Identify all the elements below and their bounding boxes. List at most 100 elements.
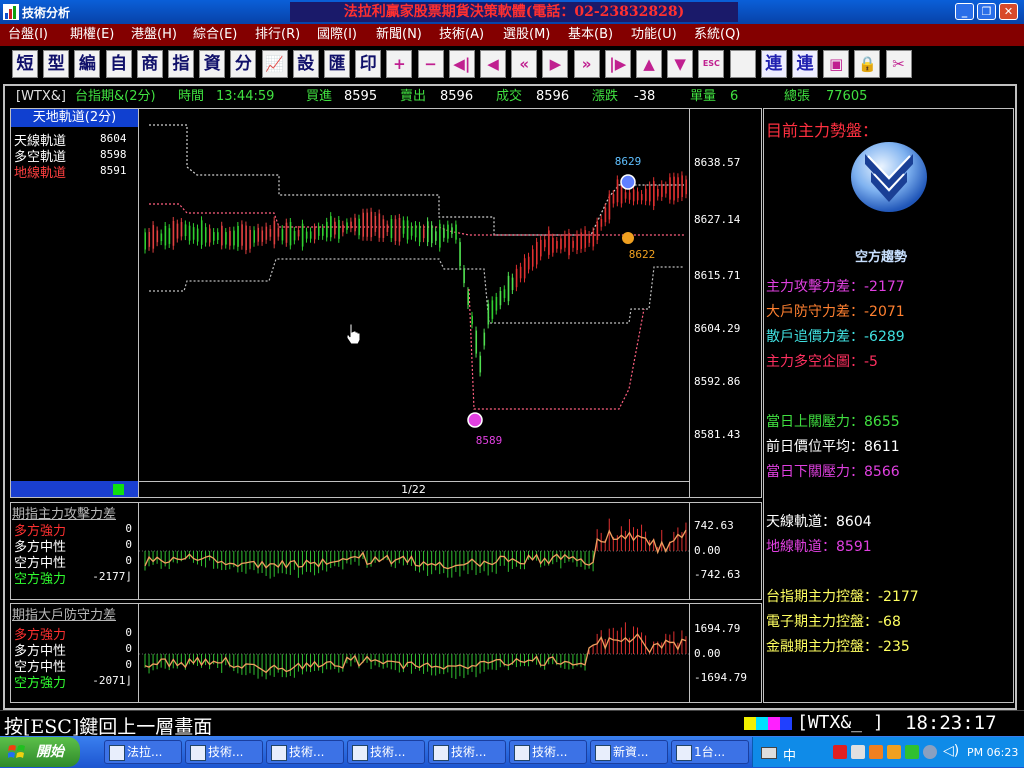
menu-item-technical[interactable]: 技術(A) bbox=[439, 25, 484, 45]
candle-body bbox=[588, 235, 591, 243]
quote-last-label: 成交 bbox=[496, 89, 523, 104]
app4-tray-icon[interactable] bbox=[923, 745, 937, 759]
defense-value-bull-neutral: 0 bbox=[125, 642, 132, 655]
[interactable] bbox=[729, 50, 756, 78]
toolbar-button-9[interactable]: 設 bbox=[292, 50, 319, 78]
toolbar-button-7[interactable]: 分 bbox=[230, 50, 257, 78]
network-tray-icon[interactable] bbox=[851, 745, 865, 759]
taskbar-task-button[interactable]: 1台... bbox=[671, 740, 749, 764]
close-button[interactable]: ✕ bbox=[999, 3, 1018, 20]
toolbar-button-4[interactable]: 商 bbox=[136, 50, 163, 78]
app3-tray-icon[interactable] bbox=[905, 745, 919, 759]
menu-item-options[interactable]: 期權(E) bbox=[70, 25, 114, 45]
menu-item-news[interactable]: 新聞(N) bbox=[376, 25, 422, 45]
window-title: 技術分析 bbox=[22, 6, 71, 20]
next-icon[interactable]: ▶ bbox=[542, 50, 569, 78]
menu-item-screener[interactable]: 選股(M) bbox=[503, 25, 550, 45]
app-tray-icon[interactable] bbox=[869, 745, 883, 759]
toolbar-button-5[interactable]: 指 bbox=[168, 50, 194, 78]
candle-body bbox=[200, 220, 203, 245]
first-icon[interactable]: ◀| bbox=[448, 50, 475, 78]
defense-label-bear-strong: 空方強力 bbox=[14, 676, 67, 691]
info-line: 大戶防守力差：-2071 bbox=[766, 304, 905, 320]
app2-tray-icon[interactable] bbox=[887, 745, 901, 759]
antivirus-tray-icon[interactable] bbox=[833, 745, 847, 759]
minus-icon[interactable]: − bbox=[417, 50, 444, 78]
page-scroll-thumb[interactable] bbox=[113, 484, 124, 495]
toolbar-button-1[interactable]: 型 bbox=[43, 50, 70, 78]
tools-icon[interactable]: ✂ bbox=[885, 50, 912, 78]
minimize-button[interactable]: _ bbox=[955, 3, 974, 20]
candle-body bbox=[180, 222, 183, 237]
menu-item-intl[interactable]: 國際(I) bbox=[317, 25, 357, 45]
candle-body bbox=[366, 212, 369, 237]
up-icon[interactable]: ▲ bbox=[636, 50, 662, 78]
taskbar-task-button[interactable]: 技術... bbox=[185, 740, 263, 764]
candle-body bbox=[649, 185, 651, 202]
toolbar-button-25[interactable]: 連 bbox=[792, 50, 818, 78]
volume-tray-icon[interactable]: ◁) bbox=[943, 743, 959, 759]
quote-time: 13:44:59 bbox=[216, 89, 275, 104]
keyboard-tray-icon[interactable] bbox=[761, 747, 777, 759]
candle-body bbox=[568, 232, 570, 256]
candle-body bbox=[241, 224, 243, 246]
toolbar-button-11[interactable]: 印 bbox=[355, 50, 382, 78]
prev-icon[interactable]: ◀ bbox=[480, 50, 506, 78]
info-line: 當日下關壓力：8566 bbox=[766, 464, 900, 480]
taskbar-task-button[interactable]: 技術... bbox=[266, 740, 344, 764]
menu-item-hk[interactable]: 港盤(H) bbox=[131, 25, 177, 45]
maximize-button[interactable]: ❐ bbox=[977, 3, 996, 20]
start-button[interactable]: 開始 bbox=[0, 737, 80, 767]
quote-symbol: [WTX&] bbox=[16, 89, 66, 104]
low-marker-label: 8589 bbox=[476, 434, 503, 447]
menu-item-ranking[interactable]: 排行(R) bbox=[255, 25, 300, 45]
toolbar-button-6[interactable]: 資 bbox=[199, 50, 226, 78]
candle-body bbox=[681, 175, 683, 198]
attack-value-bull-neutral: 0 bbox=[125, 538, 132, 551]
toolbar-button-2[interactable]: 編 bbox=[74, 50, 101, 78]
esc-icon[interactable]: ESC bbox=[698, 50, 725, 78]
window-icon[interactable]: ▣ bbox=[823, 50, 850, 78]
candle-body bbox=[386, 224, 389, 232]
taskbar-task-button[interactable]: 技術... bbox=[428, 740, 506, 764]
menu-item-composite[interactable]: 綜合(E) bbox=[193, 25, 237, 45]
main-price-chart[interactable]: 8629 8622 8589 bbox=[139, 109, 689, 481]
main-chart-header[interactable]: 天地軌道(2分) bbox=[11, 109, 138, 127]
plus-icon[interactable]: + bbox=[386, 50, 413, 78]
defense-tick-top: 1694.79 bbox=[694, 622, 741, 635]
toolbar-button-3[interactable]: 自 bbox=[105, 50, 132, 78]
taskbar-task-button[interactable]: 法拉... bbox=[104, 740, 182, 764]
attack-chart[interactable] bbox=[139, 503, 689, 599]
toolbar-button-10[interactable]: 匯 bbox=[324, 50, 350, 78]
last-icon[interactable]: |▶ bbox=[604, 50, 631, 78]
taskbar-task-button[interactable]: 新資... bbox=[590, 740, 668, 764]
taskbar-task-button[interactable]: 技術... bbox=[347, 740, 425, 764]
down-icon[interactable]: ▼ bbox=[667, 50, 694, 78]
menu-item-taipan[interactable]: 台盤(I) bbox=[8, 25, 48, 45]
candle-body bbox=[560, 238, 562, 250]
page-scroll-bar[interactable] bbox=[11, 481, 138, 497]
lock-icon[interactable]: 🔒 bbox=[854, 50, 881, 78]
candle-body bbox=[487, 303, 490, 325]
task-label: 技術... bbox=[451, 745, 487, 759]
chart-icon[interactable]: 📈 bbox=[261, 50, 288, 78]
next-fast-icon[interactable]: » bbox=[573, 50, 600, 78]
ime-tray-icon[interactable]: 中 bbox=[783, 745, 796, 764]
tray-clock[interactable]: PM 06:23 bbox=[967, 746, 1018, 759]
candle-body bbox=[527, 256, 530, 270]
candle-body bbox=[269, 228, 272, 237]
prev-fast-icon[interactable]: « bbox=[511, 50, 538, 78]
toolbar-button-24[interactable]: 連 bbox=[760, 50, 787, 78]
toolbar-button-0[interactable]: 短 bbox=[12, 50, 38, 78]
menu-item-functions[interactable]: 功能(U) bbox=[631, 25, 677, 45]
candle-body bbox=[277, 228, 280, 237]
candle-body bbox=[374, 215, 377, 232]
toolbar: 短型編自商指資分 📈 設匯印 + − ◀| ◀ «▶» |▶ ▲ ▼ ESC 連連 ▣ 🔒 ✂ bbox=[0, 46, 1024, 84]
menu-item-fundamental[interactable]: 基本(B) bbox=[568, 25, 613, 45]
candle-body bbox=[217, 232, 219, 241]
menu-item-system[interactable]: 系統(Q) bbox=[694, 25, 740, 45]
attack-y-axis: 742.63 0.00 -742.63 bbox=[690, 503, 760, 599]
candle-body bbox=[459, 242, 461, 267]
taskbar-task-button[interactable]: 技術... bbox=[509, 740, 587, 764]
defense-chart[interactable] bbox=[139, 604, 689, 702]
